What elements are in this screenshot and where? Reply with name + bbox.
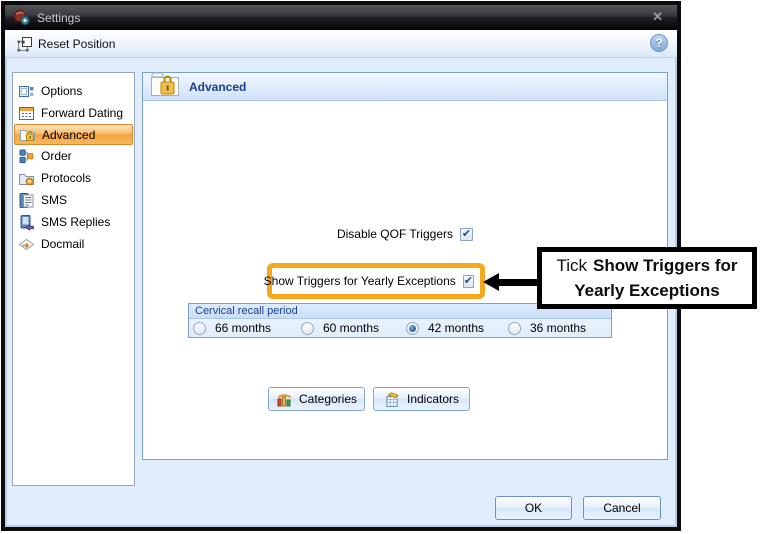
sidebar-item-label: Options bbox=[41, 84, 82, 98]
radio-66-months[interactable]: 66 months bbox=[193, 321, 271, 335]
disable-qof-triggers-row[interactable]: Disable QOF Triggers bbox=[143, 225, 473, 243]
radio-button[interactable] bbox=[301, 322, 314, 335]
cancel-button[interactable]: Cancel bbox=[583, 496, 661, 520]
disable-qof-triggers-label: Disable QOF Triggers bbox=[337, 227, 453, 241]
sidebar-item-label: SMS Replies bbox=[41, 215, 110, 229]
categories-label: Categories bbox=[299, 392, 357, 406]
indicators-table-icon bbox=[384, 391, 401, 408]
radio-60-months[interactable]: 60 months bbox=[301, 321, 379, 335]
reset-position-button[interactable]: Reset Position bbox=[11, 34, 121, 54]
folder-lock-icon bbox=[19, 126, 36, 143]
sidebar-item-forward-dating[interactable]: Forward Dating bbox=[14, 102, 133, 124]
annotation-callout: TickShow Triggers for Yearly Exceptions bbox=[537, 247, 757, 309]
show-triggers-yearly-exceptions-checkbox[interactable] bbox=[463, 275, 474, 288]
radio-button[interactable] bbox=[193, 322, 206, 335]
sidebar-item-label: Protocols bbox=[41, 171, 91, 185]
order-icon bbox=[18, 148, 35, 165]
annotation-arrow-head bbox=[483, 273, 499, 291]
mail-send-icon bbox=[18, 236, 35, 253]
sidebar-item-sms[interactable]: SMS bbox=[14, 189, 133, 211]
close-button[interactable]: ✕ bbox=[652, 8, 663, 26]
radio-42-months[interactable]: 42 months bbox=[406, 321, 484, 335]
calendar-icon bbox=[18, 105, 35, 122]
titlebar: Settings ✕ bbox=[5, 5, 677, 30]
categories-chart-icon bbox=[276, 391, 293, 408]
sidebar-item-sms-replies[interactable]: SMS Replies bbox=[14, 211, 133, 233]
radio-36-months[interactable]: 36 months bbox=[508, 321, 586, 335]
disable-qof-triggers-checkbox[interactable] bbox=[460, 228, 473, 241]
indicators-button[interactable]: Indicators bbox=[373, 387, 470, 411]
annotation-arrow-shaft bbox=[498, 279, 539, 286]
show-triggers-yearly-exceptions-label: Show Triggers for Yearly Exceptions bbox=[264, 274, 456, 288]
screenshot-stage: Settings ✕ Reset Position ? bbox=[0, 0, 763, 534]
options-icon bbox=[18, 83, 35, 100]
ok-button[interactable]: OK bbox=[495, 496, 572, 520]
sidebar-item-label: Forward Dating bbox=[41, 106, 123, 120]
toolbar: Reset Position ? bbox=[5, 30, 677, 58]
help-icon[interactable]: ? bbox=[650, 34, 668, 52]
sidebar-item-advanced[interactable]: Advanced bbox=[14, 124, 133, 145]
phone-reply-icon bbox=[18, 214, 35, 231]
sidebar-item-order[interactable]: Order bbox=[14, 145, 133, 167]
sidebar-item-label: Order bbox=[41, 149, 72, 163]
panel-title: Advanced bbox=[189, 80, 246, 94]
sidebar-item-docmail[interactable]: Docmail bbox=[14, 233, 133, 255]
settings-category-list: Options Forward Dating Advanced bbox=[12, 72, 135, 486]
indicators-label: Indicators bbox=[407, 392, 459, 406]
panel-header: Advanced bbox=[143, 73, 667, 101]
radio-button[interactable] bbox=[508, 322, 521, 335]
sidebar-item-options[interactable]: Options bbox=[14, 80, 133, 102]
window-title: Settings bbox=[37, 11, 80, 25]
annotation-line2: Yearly Exceptions bbox=[574, 278, 720, 303]
folder-gear-icon bbox=[18, 170, 35, 187]
settings-app-icon bbox=[13, 9, 30, 26]
reset-position-icon bbox=[17, 36, 33, 52]
sidebar-item-protocols[interactable]: Protocols bbox=[14, 167, 133, 189]
sidebar-item-label: SMS bbox=[41, 193, 67, 207]
categories-button[interactable]: Categories bbox=[268, 387, 365, 411]
yearly-exceptions-highlight: Show Triggers for Yearly Exceptions bbox=[267, 263, 485, 299]
reset-position-label: Reset Position bbox=[38, 37, 115, 51]
sidebar-item-label: Advanced bbox=[42, 128, 95, 142]
radio-button-selected[interactable] bbox=[406, 322, 419, 335]
annotation-line1: TickShow Triggers for bbox=[556, 253, 737, 278]
sidebar-item-label: Docmail bbox=[41, 237, 84, 251]
folder-lock-icon bbox=[149, 69, 181, 99]
phone-notes-icon bbox=[18, 192, 35, 209]
cervical-recall-options: 66 months 60 months 42 months 36 months bbox=[189, 319, 611, 337]
